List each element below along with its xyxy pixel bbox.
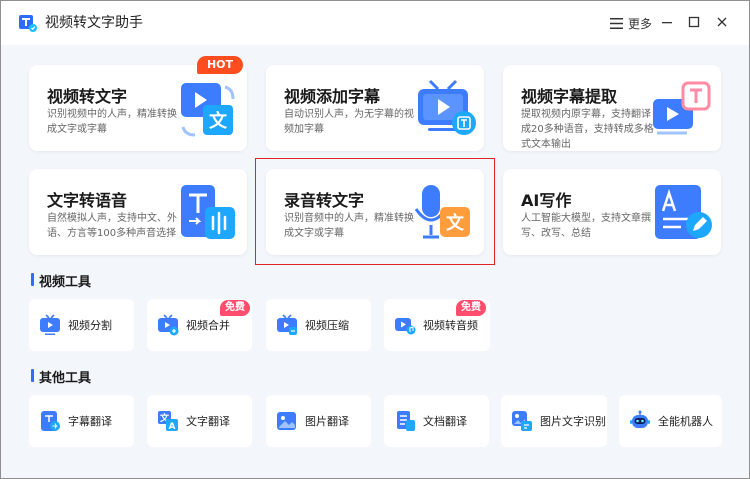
tool-ai-robot[interactable]: 全能机器人 xyxy=(619,395,722,447)
maximize-icon[interactable] xyxy=(687,15,701,29)
card-title: AI写作 xyxy=(521,191,572,210)
card-extract-subtitles[interactable]: 视频字幕提取 提取视频内原字幕，支持翻译成20多种语音，支持转成多格式文本输出 xyxy=(503,65,721,151)
tool-video-compress[interactable]: 视频压缩 xyxy=(266,299,371,351)
tool-label: 全能机器人 xyxy=(658,415,713,428)
subtitle-extract-icon xyxy=(653,81,711,135)
close-icon[interactable] xyxy=(715,15,729,29)
tool-image-ocr[interactable]: 图片文字识别 xyxy=(501,395,607,447)
card-title: 视频字幕提取 xyxy=(521,87,618,106)
tool-label: 视频压缩 xyxy=(305,319,349,332)
tool-text-translate[interactable]: 文 A 文字翻译 xyxy=(147,395,252,447)
video-split-icon xyxy=(40,314,60,335)
more-menu-label: 更多 xyxy=(628,16,653,31)
tool-label: 图片文字识别 xyxy=(540,415,606,428)
tool-label: 文档翻译 xyxy=(423,415,467,428)
section-video-tools: 视频工具 xyxy=(31,271,91,290)
free-badge: 免费 xyxy=(220,300,250,316)
hamburger-icon xyxy=(610,17,623,29)
tool-label: 字幕翻译 xyxy=(68,415,112,428)
card-audio-to-text[interactable]: 录音转文字 识别音频中的人声，精准转换成文字或字幕 文 xyxy=(266,169,484,255)
app-title: 视频转文字助手 xyxy=(45,15,143,31)
card-desc: 人工智能大模型，支持文章撰写、改写、总结 xyxy=(521,213,651,239)
title-bar: 视频转文字助手 更多 xyxy=(1,1,749,45)
video-compress-icon xyxy=(277,314,297,335)
tool-document-translate[interactable]: 文档翻译 xyxy=(384,395,489,447)
minimize-icon[interactable] xyxy=(660,15,674,29)
card-title: 视频添加字幕 xyxy=(284,87,381,106)
card-desc: 识别视频中的人声，精准转换成文字或字幕 xyxy=(47,109,177,135)
image-translate-icon xyxy=(277,412,296,430)
card-desc: 提取视频内原字幕，支持翻译成20多种语音，支持转成多格式文本输出 xyxy=(521,109,654,150)
tool-video-split[interactable]: 视频分割 xyxy=(29,299,134,351)
card-title: 录音转文字 xyxy=(284,191,365,210)
text-to-speech-icon xyxy=(181,185,235,239)
tool-label: 文字翻译 xyxy=(186,415,230,428)
svg-text:A: A xyxy=(169,422,176,432)
hot-badge: HOT xyxy=(197,56,243,74)
app-logo-icon xyxy=(19,15,37,32)
tool-subtitle-translate[interactable]: 字幕翻译 xyxy=(29,395,134,447)
section-other-tools: 其他工具 xyxy=(31,367,91,386)
card-desc: 识别音频中的人声，精准转换成文字或字幕 xyxy=(284,213,414,239)
card-add-subtitles[interactable]: 视频添加字幕 自动识别人声，为无字幕的视频加字幕 xyxy=(266,65,484,151)
card-title: 视频转文字 xyxy=(47,87,128,106)
more-menu-button[interactable]: 更多 xyxy=(610,13,652,33)
tool-label: 视频转音频 xyxy=(423,319,478,332)
card-title: 文字转语音 xyxy=(47,191,128,210)
card-ai-writing[interactable]: AI写作 人工智能大模型，支持文章撰写、改写、总结 xyxy=(503,169,721,255)
image-ocr-icon xyxy=(512,411,532,431)
video-to-audio-icon xyxy=(395,318,416,335)
card-desc: 自动识别人声，为无字幕的视频加字幕 xyxy=(284,109,414,135)
svg-text:文: 文 xyxy=(446,212,465,234)
microphone-text-icon: 文 xyxy=(414,185,470,239)
tool-label: 视频合并 xyxy=(186,319,230,332)
subtitle-translate-icon xyxy=(41,411,60,431)
video-to-text-icon: 文 xyxy=(181,83,235,137)
tv-subtitle-icon xyxy=(418,79,476,135)
free-badge: 免费 xyxy=(456,300,486,316)
ai-writing-icon xyxy=(655,185,712,239)
card-desc: 自然模拟人声，支持中文、外语、方言等100多种声音选择 xyxy=(47,213,177,239)
svg-text:文: 文 xyxy=(209,110,228,132)
video-merge-icon xyxy=(158,314,179,336)
app-window: 视频转文字助手 更多 视频转文字 识别视频中的人声，精准转换成文字或字幕 文 H… xyxy=(0,0,750,479)
tool-label: 图片翻译 xyxy=(305,415,349,428)
tool-label: 视频分割 xyxy=(68,319,112,332)
card-video-to-text[interactable]: 视频转文字 识别视频中的人声，精准转换成文字或字幕 文 xyxy=(29,65,247,151)
card-text-to-speech[interactable]: 文字转语音 自然模拟人声，支持中文、外语、方言等100多种声音选择 xyxy=(29,169,247,255)
robot-icon xyxy=(630,410,650,428)
document-translate-icon xyxy=(397,411,415,431)
text-translate-icon: 文 A xyxy=(158,411,178,432)
tool-image-translate[interactable]: 图片翻译 xyxy=(266,395,371,447)
